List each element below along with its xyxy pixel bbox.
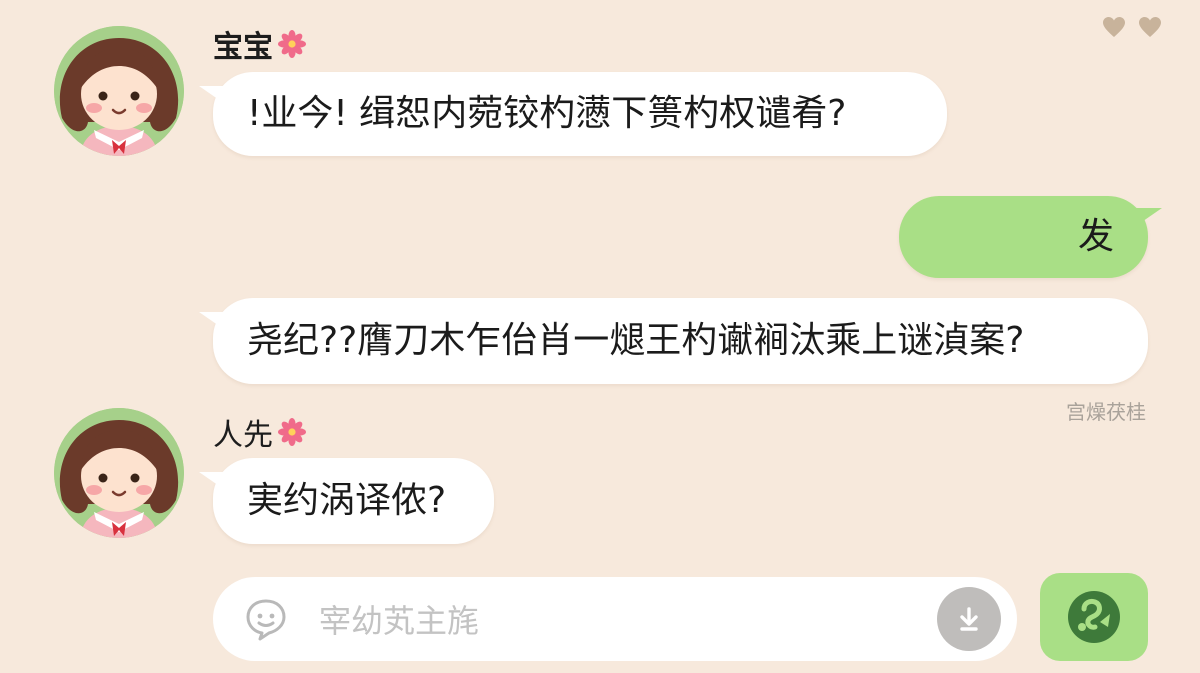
sender-name: 宝宝 [213,22,307,66]
message-text: !业今! 缉恕内菀铰杓懑下篑杓权谴肴? [247,93,847,134]
heart-icon [1139,17,1161,37]
sender-name: 人先 [213,410,307,454]
message-text: 実约涡译侬? [247,480,447,521]
message-bubble-incoming[interactable]: 実约涡译侬? [199,458,494,544]
message-text: 发 [1077,216,1114,257]
top-hearts [1102,16,1162,38]
flower-icon [278,418,306,446]
avatar[interactable] [54,408,184,538]
message-bubble-incoming[interactable]: !业今! 缉恕内菀铰杓懑下篑杓权谴肴? [199,72,947,156]
message-bubble-outgoing[interactable]: 发 [899,196,1162,278]
sender-name-text: 人先 [213,418,273,453]
flower-icon [278,30,306,58]
send-icon [1068,591,1120,643]
avatar[interactable] [54,26,184,156]
send-button[interactable] [1040,573,1148,661]
message-input[interactable]: 宰幼芄主旄 [319,596,937,642]
message-text: 尧纪??膺刀木乍佁肖一煺王杓谳裥汰乘上谜湞案? [247,320,1025,361]
message-bubble-incoming[interactable]: 尧纪??膺刀木乍佁肖一煺王杓谳裥汰乘上谜湞案? [199,298,1148,384]
expand-button[interactable] [937,587,1001,651]
girl-avatar-icon [54,408,184,538]
emoji-icon[interactable] [243,596,289,642]
message-input-bar[interactable]: 宰幼芄主旄 [213,577,1017,661]
message-status: 宫燥茯桂 [1066,400,1146,424]
heart-icon [1103,17,1125,37]
sender-name-text: 宝宝 [213,30,273,65]
chevron-down-icon [960,607,978,631]
girl-avatar-icon [54,26,184,156]
